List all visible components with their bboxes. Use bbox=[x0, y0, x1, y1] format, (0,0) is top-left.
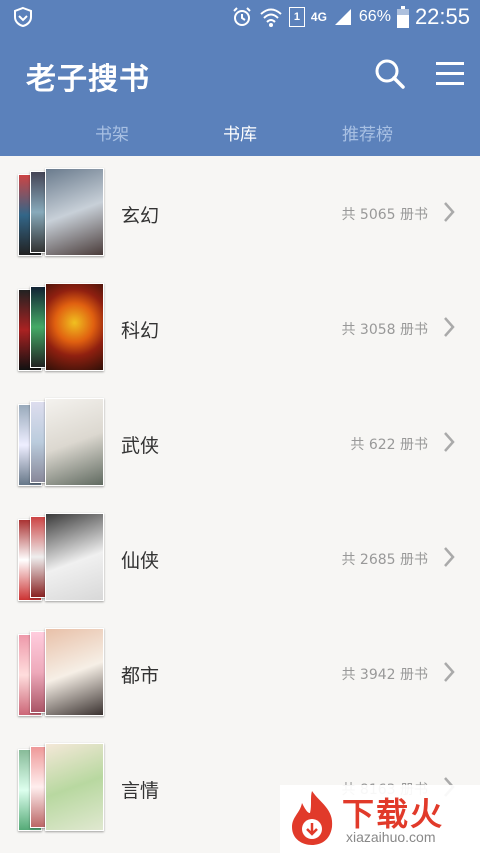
category-name: 仙侠 bbox=[121, 550, 160, 572]
list-item[interactable]: 都市 共 3942 册书 bbox=[0, 616, 480, 731]
book-covers bbox=[16, 628, 108, 718]
chevron-right-icon bbox=[444, 662, 455, 682]
book-count: 共 622 册书 bbox=[350, 437, 428, 453]
sim-indicator: 1 bbox=[288, 7, 305, 27]
chevron-right-icon bbox=[444, 317, 455, 337]
book-count: 共 2685 册书 bbox=[341, 552, 428, 568]
chevron-right-icon bbox=[444, 202, 455, 222]
tab-bookshelf[interactable]: 书架 bbox=[95, 120, 129, 145]
list-item[interactable]: 武侠 共 622 册书 bbox=[0, 386, 480, 501]
tab-bar: 书架 书库 推荐榜 bbox=[0, 120, 480, 156]
clock: 22:55 bbox=[414, 4, 470, 29]
book-count: 共 5065 册书 bbox=[341, 207, 428, 223]
category-name: 武侠 bbox=[121, 435, 160, 457]
list-item[interactable]: 仙侠 共 2685 册书 bbox=[0, 501, 480, 616]
watermark-url: xiazaihuo.com bbox=[346, 829, 436, 845]
watermark: 下载火 xiazaihuo.com bbox=[280, 785, 480, 853]
flame-logo-icon bbox=[292, 791, 333, 845]
app-bar: 老子搜书 书架 书库 推荐榜 bbox=[0, 34, 480, 156]
wifi-icon bbox=[260, 8, 282, 27]
book-covers bbox=[16, 398, 108, 488]
book-covers bbox=[16, 743, 108, 833]
battery-icon bbox=[396, 6, 409, 28]
list-item[interactable]: 科幻 共 3058 册书 bbox=[0, 271, 480, 386]
book-covers bbox=[16, 283, 108, 373]
network-type: 4G bbox=[310, 10, 327, 24]
shield-icon bbox=[14, 6, 32, 28]
signal-icon bbox=[334, 9, 351, 25]
category-name: 都市 bbox=[121, 665, 160, 687]
chevron-right-icon bbox=[444, 432, 455, 452]
tab-library[interactable]: 书库 bbox=[223, 120, 257, 145]
battery-percent: 66% bbox=[358, 8, 391, 25]
category-name: 玄幻 bbox=[121, 205, 160, 227]
book-covers bbox=[16, 168, 108, 258]
tab-ranking[interactable]: 推荐榜 bbox=[342, 120, 393, 145]
search-icon[interactable] bbox=[372, 56, 408, 92]
alarm-icon bbox=[233, 7, 251, 26]
status-bar: 1 4G 66% 22:55 bbox=[0, 0, 480, 34]
category-name: 科幻 bbox=[121, 320, 160, 342]
chevron-right-icon bbox=[444, 547, 455, 567]
category-name: 言情 bbox=[121, 780, 160, 802]
menu-icon[interactable] bbox=[434, 56, 466, 92]
book-count: 共 3058 册书 bbox=[341, 322, 428, 338]
book-covers bbox=[16, 513, 108, 603]
app-title: 老子搜书 bbox=[26, 62, 150, 97]
book-count: 共 3942 册书 bbox=[341, 667, 428, 683]
list-item[interactable]: 玄幻 共 5065 册书 bbox=[0, 156, 480, 271]
